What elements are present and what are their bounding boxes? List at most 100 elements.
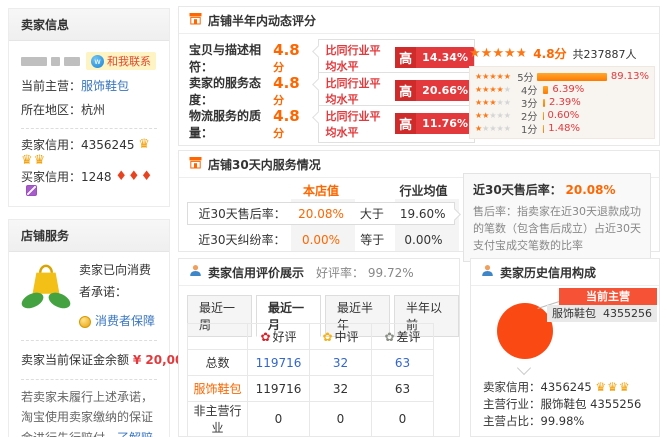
total-mid-count[interactable]: 32 [333,356,348,370]
distribution-row: ★★★★★ 4分 6.39% [475,83,649,96]
dsr-panel-title: 店铺半年内动态评分 [208,12,316,29]
star-icon: ★ [497,98,504,107]
distribution-bar [537,73,606,81]
higher-badge: 高 [395,80,416,101]
table-row-non-main: 非主营行业 0 0 0 [188,402,434,437]
bad-flower-icon: ✿ [384,330,394,344]
star-icon: ★ [482,85,489,94]
main-industry-line: 主营行业：服饰鞋包 4355256 [483,396,641,413]
seller-credit-label: 卖家信用： [21,136,81,153]
star-icon: ★ [497,72,504,81]
dispute-industry-value: 0.00% [392,233,455,247]
star-icon: ★ [504,98,511,107]
positive-rate-value: 99.72% [368,266,414,280]
dispute-shop-value: 0.00% [290,233,353,247]
sidebar: 卖家信息 w 和我联系 当前主营： 服饰鞋包 所在地区： [8,8,170,437]
star-icon: ★ [469,46,481,61]
distribution-percent: 6.39% [552,84,584,95]
crown-icon: ♛ [34,153,47,168]
shop-icon [189,156,202,172]
seller-name-redacted [21,57,47,66]
deposit-label: 卖家当前保证金余额 [21,351,129,368]
distribution-percent: 1.48% [548,123,580,134]
category-callout: 服饰鞋包 4355256 [547,305,657,322]
seller-name-redacted [51,57,60,66]
contact-me-label: 和我联系 [107,53,151,69]
dsr-score: 4.8 [273,41,300,59]
aftersale-shop-value: 20.08% [290,207,353,221]
table-row-total: 总数 119716 32 63 [188,350,434,376]
buyer-credit-value: 1248 [81,170,112,184]
star-icon: ★ [497,111,504,120]
distribution-bar [543,99,545,107]
row-label: 总数 [188,350,248,376]
aftersale-tooltip: 近30天售后率： 20.08% 售后率：指卖家在近30天退款成功的笔数（包含售后… [463,173,651,262]
star-icon: ★ [492,46,504,61]
distribution-box: ★★★★★ 5分 89.13% ★★★★★ 4分 6.39% ★★★★★ 3分 … [469,66,655,139]
diamond-icon: ♦ [141,169,154,184]
compare-percent: 11.76% [416,116,474,131]
consumer-protection-icon [21,260,71,317]
crown-icon: ♛ [607,380,619,394]
dsr-panel: 店铺半年内动态评分 宝贝与描述相符： 4.8分 比同行业平均水平 高14.34%… [178,6,660,146]
contact-me-button[interactable]: w 和我联系 [86,52,156,70]
category-bad-count: 63 [372,376,434,402]
star-icon: ★ [475,124,482,133]
person-icon [481,264,494,280]
row-label: 服饰鞋包 [188,376,248,402]
nonmain-good-count: 0 [248,402,310,437]
aftersale-rate-label: 近30天售后率： [188,205,290,222]
crown-icon: ♛ [619,380,631,394]
guarantee-medal-icon [79,316,91,328]
distribution-row: ★★★★★ 2分 0.60% [475,109,649,122]
star-icon: ★ [489,111,496,120]
rating-panel-title: 卖家信用评价展示 [208,264,304,281]
star-icon: ★ [482,98,489,107]
higher-badge: 高 [395,47,416,68]
service-panel-title: 店铺30天内服务情况 [208,156,321,173]
person-icon [189,264,202,280]
shop-icon [189,12,202,28]
seller-info-title: 卖家信息 [9,9,169,41]
seller-info-section: 卖家信息 w 和我联系 当前主营： 服饰鞋包 所在地区： [8,8,170,207]
star-icon: ★ [504,124,511,133]
corner-cell [188,324,248,350]
star-icon: ★ [489,98,496,107]
diamond-icon: ♦ [128,169,141,184]
distribution-row: ★★★★★ 1分 1.48% [475,122,649,135]
seller-credit-value: 4356245 [81,138,134,152]
compare-percent: 20.66% [416,83,474,98]
main-category-link[interactable]: 服饰鞋包 [81,77,129,94]
shop-service-title: 店铺服务 [9,220,169,252]
dsr-row-label: 卖家的服务态度： [189,74,273,108]
distribution-bar [543,86,548,94]
star-icon: ★ [504,85,511,94]
tooltip-description: 售后率：指卖家在近30天退款成功的笔数（包含售后成立）占近30天支付宝成交笔数的… [473,203,641,254]
dsr-row: 卖家的服务态度： 4.8分 比同行业平均水平 高20.66% [189,74,475,107]
rating-panel: 卖家信用评价展示 好评率： 99.72% 最近一周 最近一月 最近半年 半年以前… [178,258,460,437]
star-level-label: 1分 [521,121,543,136]
distribution-percent: 89.13% [611,71,649,82]
aftersale-rate-row[interactable]: 近30天售后率： 20.08% 大于 19.60% [187,202,455,225]
aftersale-relation: 大于 [352,205,391,222]
dsr-row-label: 物流服务的质量： [189,107,273,141]
total-good-count[interactable]: 119716 [256,356,302,370]
overall-stars: ★★★★★ 4.8分 共237887人 [469,45,655,62]
promise-text: 卖家已向消费者承诺： [79,260,157,303]
divider [21,128,157,129]
consumer-guarantee-link[interactable]: 消费者保障 [95,311,155,333]
divider [21,379,157,380]
rating-table: ✿好评 ✿中评 ✿差评 总数 119716 32 63 服饰鞋包 119716 … [187,323,434,437]
distribution-row: ★★★★★ 5分 89.13% [475,70,649,83]
aftersale-industry-value: 19.60% [391,207,454,221]
buyer-credit-label: 买家信用： [21,168,81,185]
dispute-rate-row[interactable]: 近30天纠纷率： 0.00% 等于 0.00% [187,228,455,251]
dsr-row: 宝贝与描述相符： 4.8分 比同行业平均水平 高14.34% [189,41,475,74]
star-icon: ★ [475,111,482,120]
total-bad-count[interactable]: 63 [395,356,410,370]
star-icon: ★ [489,124,496,133]
distribution-percent: 2.39% [549,97,581,108]
wangwang-icon: w [91,55,104,68]
bad-rating-header: ✿差评 [372,324,434,350]
category-mid-count: 32 [310,376,372,402]
